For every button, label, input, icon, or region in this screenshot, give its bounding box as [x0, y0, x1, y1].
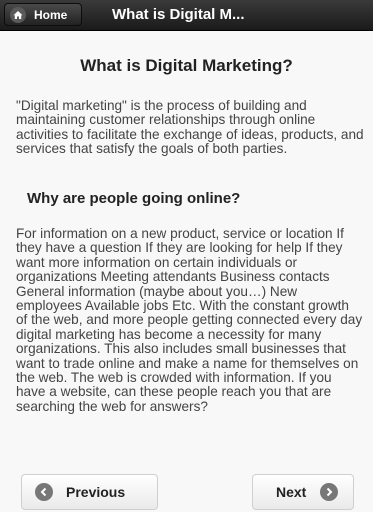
home-icon [10, 6, 26, 23]
previous-label: Previous [66, 484, 126, 500]
home-button-label: Home [34, 7, 68, 22]
next-button[interactable]: Next [252, 474, 354, 510]
section-heading: Why are people going online? [27, 190, 241, 207]
previous-button[interactable]: Previous [21, 474, 158, 510]
next-label: Next [276, 484, 307, 500]
intro-paragraph: "Digital marketing" is the process of bu… [16, 98, 364, 157]
body-paragraph: For information on a new product, servic… [16, 226, 363, 414]
page-title: What is Digital Marketing? [80, 56, 293, 75]
arrow-right-icon [320, 483, 339, 501]
arrow-left-icon [35, 483, 53, 501]
top-bar: Home What is Digital M... [0, 0, 373, 31]
home-button[interactable]: Home [4, 3, 82, 26]
header-title: What is Digital M... [112, 6, 245, 23]
content-area: What is Digital Marketing? "Digital mark… [0, 31, 373, 512]
